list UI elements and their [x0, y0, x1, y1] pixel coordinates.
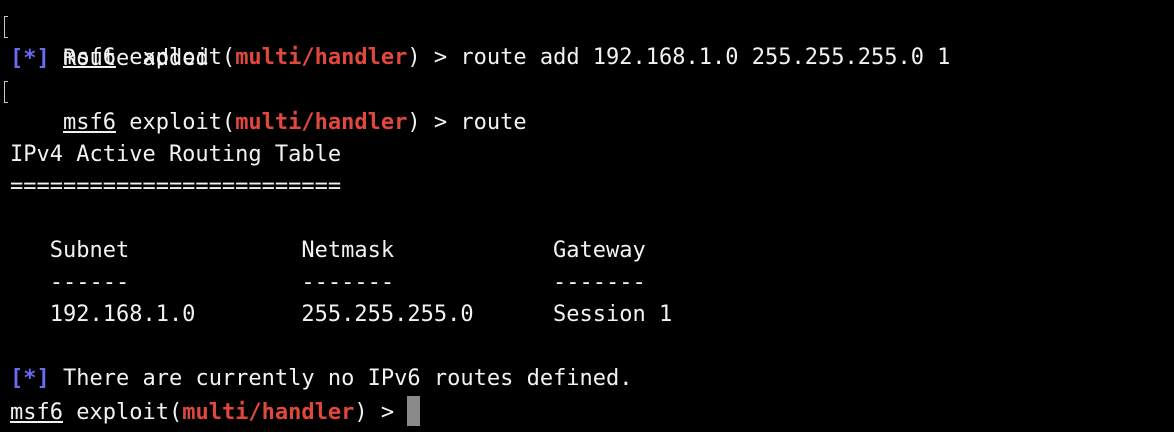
- routing-table-header: Subnet Netmask Gateway: [10, 238, 646, 264]
- routing-table-rule: =========================: [10, 173, 342, 199]
- routing-table-dashes: ------ ------- -------: [10, 270, 646, 296]
- command-line-route-add: msf6 exploit(multi/handler) > route add …: [4, 10, 1174, 70]
- output-no-ipv6: [*] There are currently no IPv6 routes d…: [10, 363, 1174, 395]
- info-tag: [*]: [10, 45, 50, 71]
- prompt-msf: msf6: [10, 399, 63, 425]
- selection-bracket-mark: [4, 80, 8, 103]
- text-cursor[interactable]: [407, 395, 421, 426]
- prompt-module: multi/handler: [182, 399, 355, 425]
- output-text: There are currently no IPv6 routes defin…: [49, 366, 633, 392]
- output-route-added: [*] Route added: [10, 43, 1174, 75]
- info-tag: [*]: [10, 366, 50, 392]
- routing-table-row: 192.168.1.0 255.255.255.0 Session 1: [10, 302, 673, 328]
- command-line-current[interactable]: msf6 exploit(multi/handler) >: [10, 395, 1174, 428]
- selection-bracket-mark: [4, 16, 8, 38]
- terminal-window[interactable]: msf6 exploit(multi/handler) > route add …: [0, 0, 1174, 432]
- routing-table-title: IPv4 Active Routing Table: [10, 141, 342, 167]
- prompt-suffix: ) >: [354, 399, 408, 425]
- output-text: Route added: [49, 45, 209, 71]
- command-line-route: msf6 exploit(multi/handler) > route: [4, 75, 1174, 135]
- prompt-exploit-prefix: exploit(: [62, 399, 183, 425]
